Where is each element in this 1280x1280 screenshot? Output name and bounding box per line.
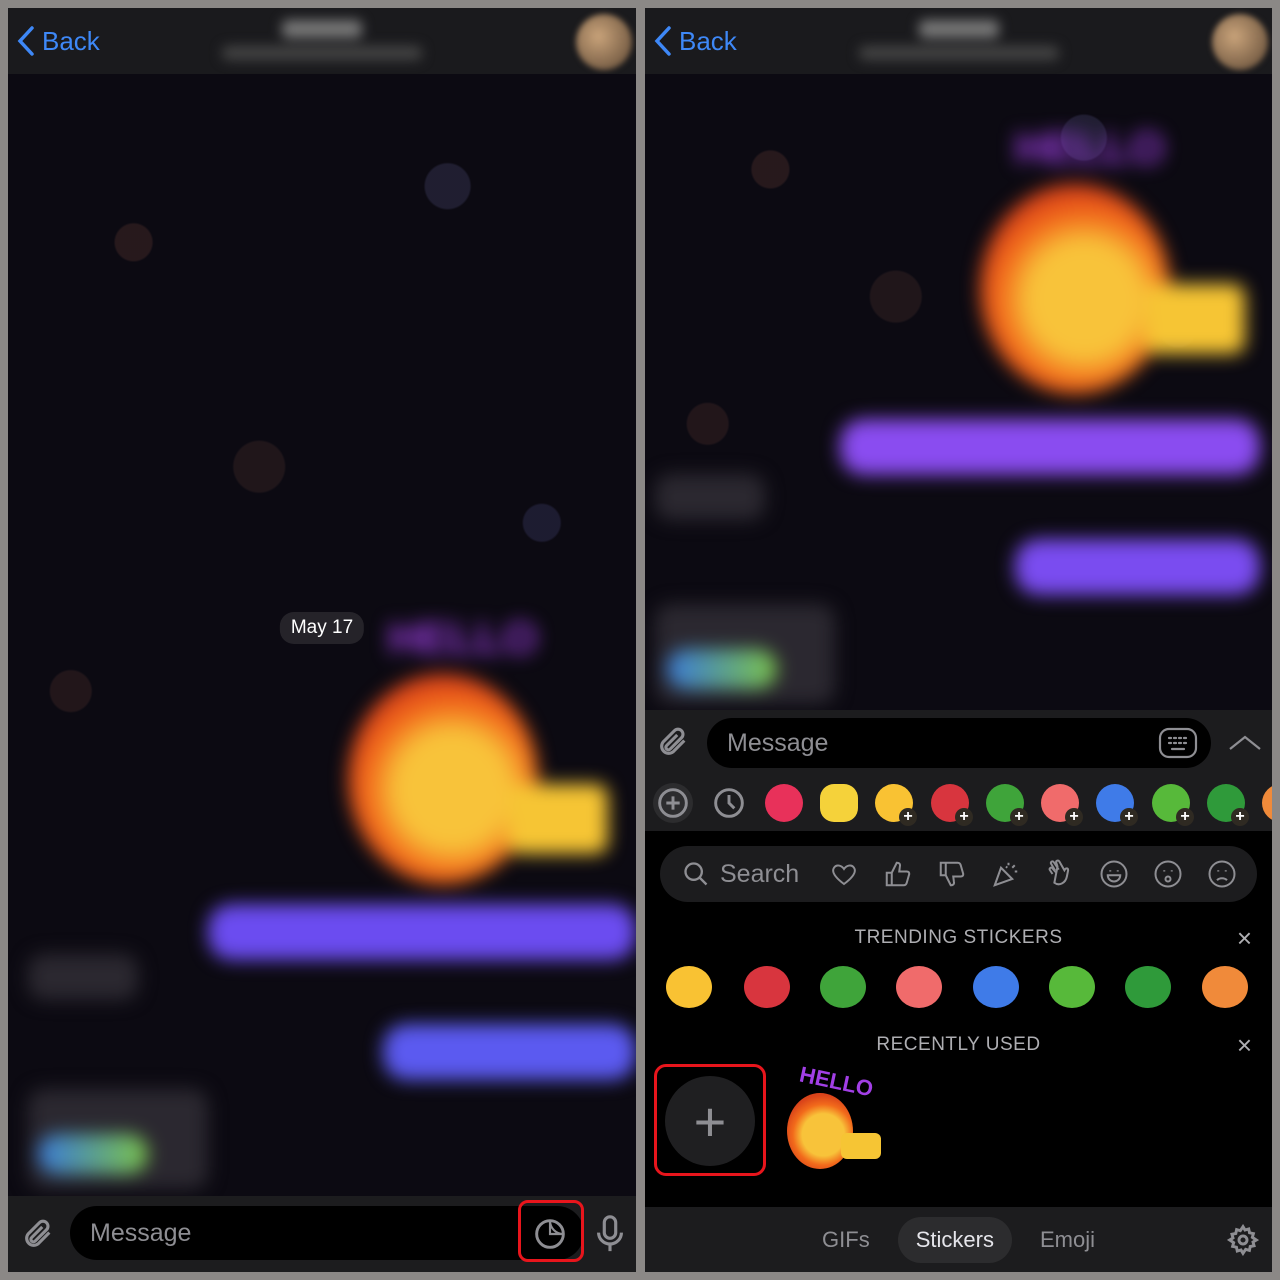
trending-sticker-block[interactable] — [1049, 966, 1095, 1008]
sticker-pack-cat[interactable]: + — [1096, 784, 1138, 826]
trending-title: TRENDING STICKERS — [854, 927, 1063, 948]
back-label: Back — [679, 25, 737, 56]
add-icon: + — [1176, 808, 1194, 826]
highlight-box — [654, 1064, 766, 1176]
smiling-face-icon[interactable] — [1087, 859, 1141, 889]
blurred-messages: HELLO — [8, 584, 636, 1194]
trending-sticker-peach[interactable] — [896, 966, 942, 1008]
gear-icon[interactable] — [1226, 1223, 1260, 1257]
waving-hand-icon[interactable] — [1033, 859, 1087, 889]
clock-icon[interactable] — [709, 783, 749, 823]
heart-icon[interactable] — [817, 859, 871, 889]
add-icon: + — [955, 808, 973, 826]
party-popper-icon[interactable] — [979, 859, 1033, 889]
paperclip-icon[interactable] — [18, 1214, 58, 1254]
trending-sticker-fox[interactable] — [1202, 966, 1248, 1008]
chat-title-blurred — [222, 18, 422, 64]
highlight-box — [518, 1200, 584, 1262]
tab-emoji[interactable]: Emoji — [1022, 1217, 1113, 1263]
trending-sticker-lizard[interactable] — [1125, 966, 1171, 1008]
message-input[interactable]: Message — [707, 718, 1211, 768]
chat-title-blurred — [858, 18, 1059, 64]
left-screenshot: Back May 17 HELLO Message — [8, 8, 636, 1272]
back-button[interactable]: Back — [653, 25, 737, 57]
reaction — [667, 649, 777, 689]
chat-area: HELLO — [645, 74, 1272, 710]
close-trending-icon[interactable]: × — [1237, 923, 1252, 954]
sticker-pack-duck[interactable]: + — [875, 784, 917, 826]
sticker-pack-strip: + + + + + + + — [645, 775, 1272, 831]
sticker-pack-fox[interactable] — [1262, 784, 1272, 822]
sticker-paw — [841, 1133, 881, 1159]
chevron-up-icon[interactable] — [1225, 726, 1265, 760]
sticker-pack-minion[interactable] — [820, 784, 858, 822]
sticker-pack-cherry[interactable] — [765, 784, 803, 822]
message-bubble[interactable] — [383, 1024, 636, 1080]
hello-sticker[interactable]: HELLO — [785, 1062, 885, 1179]
back-button[interactable]: Back — [16, 25, 100, 57]
blurred-messages: HELLO — [645, 104, 1272, 704]
thumbs-up-icon[interactable] — [871, 859, 925, 889]
message-input[interactable]: Message — [70, 1206, 584, 1260]
add-pack-icon[interactable] — [653, 783, 693, 823]
sticker-pack-bear[interactable]: + — [931, 784, 973, 826]
panel-tabs: GIFs Stickers Emoji — [645, 1207, 1272, 1272]
tab-stickers[interactable]: Stickers — [897, 1216, 1012, 1263]
message-bubble[interactable] — [1015, 539, 1260, 595]
sticker-message[interactable] — [980, 184, 1170, 394]
paperclip-icon[interactable] — [653, 722, 693, 762]
chat-header: Back — [645, 8, 1272, 74]
message-bubble[interactable] — [208, 904, 636, 960]
chat-area: May 17 HELLO — [8, 74, 636, 1196]
thumbs-down-icon[interactable] — [925, 859, 979, 889]
avatar[interactable] — [1212, 14, 1268, 70]
trending-sticker-cat[interactable] — [973, 966, 1019, 1008]
sticker-pack-frog[interactable]: + — [986, 784, 1028, 826]
message-bubble[interactable] — [28, 954, 138, 1000]
avatar[interactable] — [576, 14, 632, 70]
input-bar: Message — [645, 710, 1272, 775]
add-icon: + — [1120, 808, 1138, 826]
sticker-text: HELLO — [1015, 124, 1165, 173]
message-placeholder: Message — [727, 728, 829, 757]
search-icon — [684, 862, 708, 886]
back-label: Back — [42, 25, 100, 56]
reaction — [38, 1134, 148, 1174]
sticker-pack-peach[interactable]: + — [1041, 784, 1083, 826]
sticker-paw — [1145, 284, 1245, 354]
search-placeholder: Search — [720, 859, 800, 888]
trending-sticker-bear[interactable] — [744, 966, 790, 1008]
sticker-pack-lizard[interactable]: + — [1207, 784, 1249, 826]
keyboard-icon[interactable] — [1157, 726, 1199, 760]
message-placeholder: Message — [90, 1218, 192, 1247]
sticker-search[interactable]: Search — [660, 846, 1257, 902]
add-icon: + — [899, 808, 917, 826]
message-bubble[interactable] — [840, 419, 1260, 475]
chat-header: Back — [8, 8, 636, 74]
add-icon: + — [1231, 808, 1249, 826]
frowning-face-icon[interactable] — [1195, 859, 1249, 889]
message-bubble[interactable] — [655, 474, 765, 520]
tab-gifs[interactable]: GIFs — [804, 1217, 888, 1263]
right-screenshot: Back HELLO Message + + + + + + + Search … — [645, 8, 1272, 1272]
close-recent-icon[interactable]: × — [1237, 1030, 1252, 1061]
input-bar: Message — [8, 1196, 636, 1272]
add-icon: + — [1065, 808, 1083, 826]
sticker-text: HELLO — [388, 614, 538, 663]
sticker-pack-block[interactable]: + — [1152, 784, 1194, 826]
chevron-left-icon — [17, 26, 34, 56]
trending-sticker-duck[interactable] — [666, 966, 712, 1008]
sticker-panel: Search TRENDING STICKERS × RECENTLY USED… — [645, 831, 1272, 1207]
sticker-message[interactable] — [348, 674, 538, 884]
recently-used-title: RECENTLY USED — [876, 1034, 1041, 1055]
sticker-paw — [508, 784, 608, 854]
worried-face-icon[interactable] — [1141, 859, 1195, 889]
trending-sticker-frog[interactable] — [820, 966, 866, 1008]
add-icon: + — [1010, 808, 1028, 826]
chevron-left-icon — [654, 26, 671, 56]
microphone-icon[interactable] — [590, 1212, 630, 1256]
